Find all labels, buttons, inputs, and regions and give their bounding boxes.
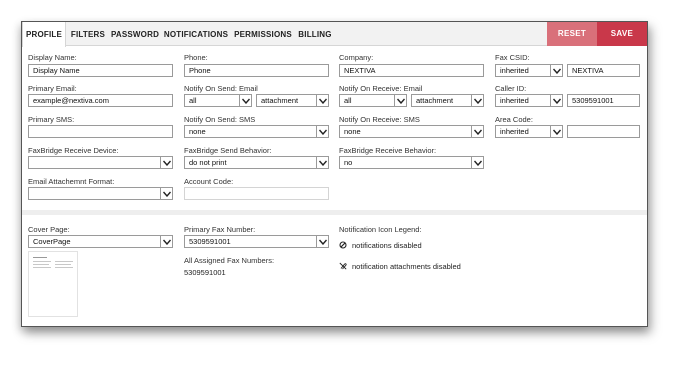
cover-page-value: CoverPage: [33, 237, 71, 246]
caller-id-mode-select[interactable]: inherited: [495, 94, 563, 107]
save-button[interactable]: SAVE: [597, 22, 647, 46]
faxbridge-receive-device-select[interactable]: [28, 156, 173, 169]
tab-bar: PROFILE FILTERS PASSWORD NOTIFICATIONS P…: [22, 22, 647, 47]
notify-receive-email-scope-select[interactable]: all: [339, 94, 407, 107]
faxbridge-receive-behavior-select[interactable]: no: [339, 156, 484, 169]
chevron-down-icon: [316, 126, 328, 137]
chevron-down-icon: [550, 65, 562, 76]
area-code-input[interactable]: [567, 125, 640, 138]
notify-receive-email-scope-value: all: [344, 96, 352, 105]
faxbridge-send-behavior-select[interactable]: do not print: [184, 156, 329, 169]
notify-send-email-scope-value: all: [189, 96, 197, 105]
notification-icon-legend-title: Notification Icon Legend:: [339, 225, 422, 234]
primary-email-label: Primary Email:: [28, 84, 77, 93]
notify-on-send-sms-label: Notify On Send: SMS: [184, 115, 256, 124]
display-name-input[interactable]: Display Name: [28, 64, 173, 77]
notify-send-sms-select[interactable]: none: [184, 125, 329, 138]
fax-csid-mode-value: inherited: [500, 66, 529, 75]
notify-receive-email-attach-select[interactable]: attachment: [411, 94, 484, 107]
chevron-down-icon: [160, 236, 172, 247]
caller-id-mode-value: inherited: [500, 96, 529, 105]
email-attachment-format-label: Email Attachemnt Format:: [28, 177, 115, 186]
fax-csid-label: Fax CSID:: [495, 53, 530, 62]
tab-permissions[interactable]: PERMISSIONS: [232, 22, 294, 46]
notify-receive-sms-select[interactable]: none: [339, 125, 484, 138]
legend-attachments-disabled-text: notification attachments disabled: [352, 262, 461, 271]
tab-notifications[interactable]: NOTIFICATIONS: [162, 22, 230, 46]
notify-on-send-email-label: Notify On Send: Email: [184, 84, 258, 93]
caller-id-label: Caller ID:: [495, 84, 527, 93]
chevron-down-icon: [160, 157, 172, 168]
notify-receive-sms-value: none: [344, 127, 361, 136]
legend-notifications-disabled-text: notifications disabled: [352, 241, 422, 250]
all-assigned-fax-numbers-label: All Assigned Fax Numbers:: [184, 256, 275, 265]
account-code-input[interactable]: [184, 187, 329, 200]
faxbridge-send-behavior-label: FaxBridge Send Behavior:: [184, 146, 272, 155]
phone-input[interactable]: Phone: [184, 64, 329, 77]
faxbridge-receive-behavior-label: FaxBridge Receive Behavior:: [339, 146, 437, 155]
company-label: Company:: [339, 53, 374, 62]
notify-receive-email-attach-value: attachment: [416, 96, 454, 105]
cover-page-label: Cover Page:: [28, 225, 70, 234]
primary-fax-number-label: Primary Fax Number:: [184, 225, 256, 234]
chevron-down-icon: [471, 95, 483, 106]
notify-send-email-attach-select[interactable]: attachment: [256, 94, 329, 107]
chevron-down-icon: [239, 95, 251, 106]
chevron-down-icon: [394, 95, 406, 106]
primary-email-input[interactable]: example@nextiva.com: [28, 94, 173, 107]
notify-send-email-scope-select[interactable]: all: [184, 94, 252, 107]
caller-id-input[interactable]: 5309591001: [567, 94, 640, 107]
tab-profile[interactable]: PROFILE: [22, 22, 66, 47]
primary-fax-number-value: 5309591001: [189, 237, 231, 246]
attachment-disabled-icon: [339, 262, 347, 270]
faxbridge-receive-behavior-value: no: [344, 158, 353, 167]
chevron-down-icon: [316, 95, 328, 106]
profile-panel: PROFILE FILTERS PASSWORD NOTIFICATIONS P…: [21, 21, 648, 327]
chevron-down-icon: [160, 188, 172, 199]
display-name-label: Display Name:: [28, 53, 77, 62]
primary-fax-number-select[interactable]: 5309591001: [184, 235, 329, 248]
notify-on-receive-email-label: Notify On Receive: Email: [339, 84, 423, 93]
faxbridge-send-behavior-value: do not print: [189, 158, 227, 167]
tab-billing[interactable]: BILLING: [296, 22, 334, 46]
chevron-down-icon: [471, 126, 483, 137]
notify-on-receive-sms-label: Notify On Receive: SMS: [339, 115, 420, 124]
email-attachment-format-select[interactable]: [28, 187, 173, 200]
disabled-circle-icon: [339, 241, 347, 249]
primary-sms-label: Primary SMS:: [28, 115, 75, 124]
notify-send-email-attach-value: attachment: [261, 96, 299, 105]
all-assigned-fax-numbers-value: 5309591001: [184, 268, 226, 277]
reset-button[interactable]: RESET: [547, 22, 597, 46]
chevron-down-icon: [316, 157, 328, 168]
faxbridge-receive-device-label: FaxBridge Receive Device:: [28, 146, 119, 155]
area-code-mode-value: inherited: [500, 127, 529, 136]
company-input[interactable]: NEXTIVA: [339, 64, 484, 77]
chevron-down-icon: [471, 157, 483, 168]
phone-label: Phone:: [184, 53, 208, 62]
cover-page-preview: [28, 251, 78, 317]
fax-csid-input[interactable]: NEXTIVA: [567, 64, 640, 77]
cover-page-select[interactable]: CoverPage: [28, 235, 173, 248]
area-code-mode-select[interactable]: inherited: [495, 125, 563, 138]
tab-password[interactable]: PASSWORD: [110, 22, 160, 46]
account-code-label: Account Code:: [184, 177, 234, 186]
chevron-down-icon: [550, 126, 562, 137]
primary-sms-input[interactable]: [28, 125, 173, 138]
fax-csid-mode-select[interactable]: inherited: [495, 64, 563, 77]
tab-filters[interactable]: FILTERS: [68, 22, 108, 46]
section-divider: [22, 210, 647, 215]
chevron-down-icon: [550, 95, 562, 106]
chevron-down-icon: [316, 236, 328, 247]
area-code-label: Area Code:: [495, 115, 533, 124]
notify-send-sms-value: none: [189, 127, 206, 136]
